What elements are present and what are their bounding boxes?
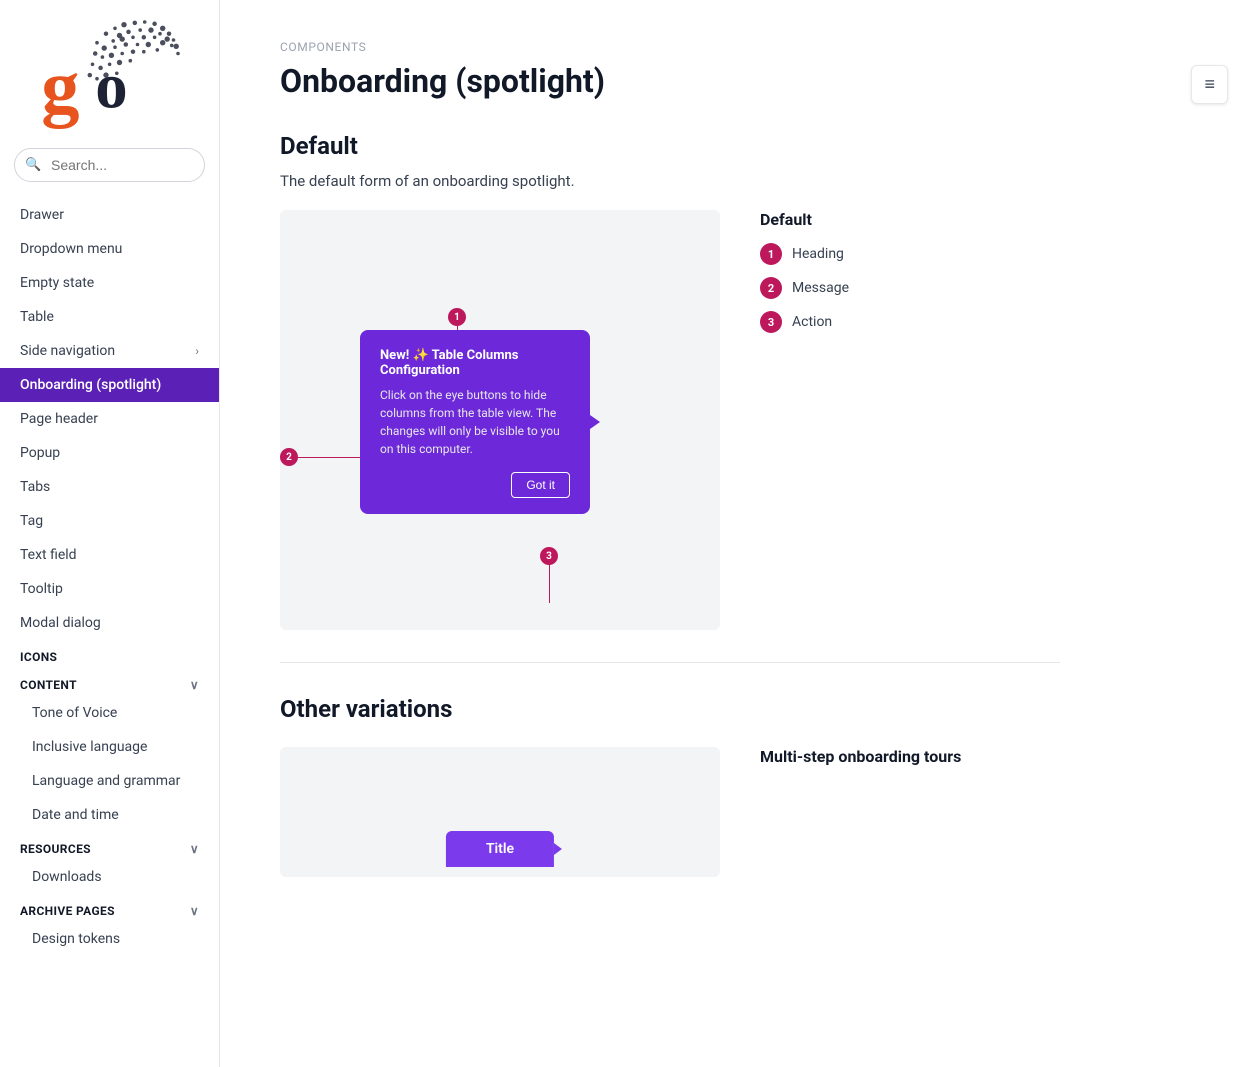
search-input[interactable] bbox=[14, 148, 205, 182]
legend-dot-3: 3 bbox=[760, 311, 782, 333]
chevron-down-icon-archive: ∨ bbox=[190, 904, 199, 918]
sidebar-item-empty-state[interactable]: Empty state bbox=[0, 266, 219, 300]
sidebar-item-dropdown-menu[interactable]: Dropdown menu bbox=[0, 232, 219, 266]
sidebar-item-side-navigation[interactable]: Side navigation › bbox=[0, 334, 219, 368]
legend-title: Default bbox=[760, 210, 1060, 229]
variation-title-card: Title bbox=[446, 831, 554, 867]
other-variations-heading: Other variations bbox=[280, 695, 1060, 723]
legend-label-1: Heading bbox=[792, 246, 844, 262]
sidebar-item-tag[interactable]: Tag bbox=[0, 504, 219, 538]
spotlight-popup: New! ✨ Table Columns Configuration Click… bbox=[360, 330, 590, 514]
default-section-heading: Default bbox=[280, 132, 1060, 160]
chevron-down-icon-content: ∨ bbox=[190, 678, 199, 692]
sidebar: g o 🔍 Drawer Dropdown menu Empty state T… bbox=[0, 0, 220, 1067]
section-header-archive-pages[interactable]: ARCHIVE PAGES ∨ bbox=[0, 894, 219, 922]
sidebar-item-tooltip[interactable]: Tooltip bbox=[0, 572, 219, 606]
sidebar-item-tabs[interactable]: Tabs bbox=[0, 470, 219, 504]
sidebar-item-inclusive-language[interactable]: Inclusive language bbox=[0, 730, 219, 764]
svg-text:g: g bbox=[41, 44, 79, 129]
sidebar-item-downloads[interactable]: Downloads bbox=[0, 860, 219, 894]
sidebar-item-text-field[interactable]: Text field bbox=[0, 538, 219, 572]
chevron-down-icon-resources: ∨ bbox=[190, 842, 199, 856]
sidebar-item-page-header[interactable]: Page header bbox=[0, 402, 219, 436]
variation-label: Multi-step onboarding tours bbox=[760, 747, 961, 766]
diagram-container: 1 2 3 New! ✨ Table Columns Configuration… bbox=[280, 210, 1060, 630]
variation-box: Title bbox=[280, 747, 720, 877]
section-divider bbox=[280, 662, 1060, 663]
legend-item-2: 2 Message bbox=[760, 277, 1060, 299]
diagram-box: 1 2 3 New! ✨ Table Columns Configuration… bbox=[280, 210, 720, 630]
spotlight-body: Click on the eye buttons to hide columns… bbox=[380, 386, 570, 458]
main-content: ≡ COMPONENTS Onboarding (spotlight) Defa… bbox=[220, 0, 1258, 1067]
sidebar-item-modal-dialog[interactable]: Modal dialog bbox=[0, 606, 219, 640]
chevron-right-icon: › bbox=[195, 344, 199, 358]
section-header-icons: ICONS bbox=[0, 640, 219, 668]
sidebar-item-drawer[interactable]: Drawer bbox=[0, 198, 219, 232]
sidebar-item-popup[interactable]: Popup bbox=[0, 436, 219, 470]
default-section-description: The default form of an onboarding spotli… bbox=[280, 172, 1060, 190]
sidebar-item-date-and-time[interactable]: Date and time bbox=[0, 798, 219, 832]
sidebar-item-design-tokens[interactable]: Design tokens bbox=[0, 922, 219, 956]
legend-dot-1: 1 bbox=[760, 243, 782, 265]
sidebar-item-language-and-grammar[interactable]: Language and grammar bbox=[0, 764, 219, 798]
search-icon: 🔍 bbox=[25, 158, 41, 173]
legend-item-3: 3 Action bbox=[760, 311, 1060, 333]
search-container: 🔍 bbox=[14, 148, 205, 182]
variations-container: Title Multi-step onboarding tours bbox=[280, 747, 1060, 877]
sidebar-item-table[interactable]: Table bbox=[0, 300, 219, 334]
svg-text:o: o bbox=[95, 51, 127, 123]
sidebar-item-onboarding-spotlight[interactable]: Onboarding (spotlight) bbox=[0, 368, 219, 402]
sidebar-item-tone-of-voice[interactable]: Tone of Voice bbox=[0, 696, 219, 730]
legend-item-1: 1 Heading bbox=[760, 243, 1060, 265]
annotation-dot-3: 3 bbox=[540, 547, 558, 565]
legend: Default 1 Heading 2 Message 3 Action bbox=[760, 210, 1060, 345]
page-title: Onboarding (spotlight) bbox=[280, 62, 1060, 100]
annotation-dot-2: 2 bbox=[280, 448, 298, 466]
legend-label-2: Message bbox=[792, 280, 849, 296]
breadcrumb: COMPONENTS bbox=[280, 40, 1060, 54]
annotation-dot-1: 1 bbox=[448, 308, 466, 326]
legend-label-3: Action bbox=[792, 314, 832, 330]
logo: g o bbox=[0, 0, 219, 148]
toc-button[interactable]: ≡ bbox=[1191, 65, 1228, 104]
section-header-resources[interactable]: RESOURCES ∨ bbox=[0, 832, 219, 860]
toc-icon: ≡ bbox=[1204, 74, 1215, 95]
spotlight-title: New! ✨ Table Columns Configuration bbox=[380, 348, 570, 378]
section-header-content[interactable]: CONTENT ∨ bbox=[0, 668, 219, 696]
nav-list: Drawer Dropdown menu Empty state Table S… bbox=[0, 198, 219, 956]
spotlight-got-it-button[interactable]: Got it bbox=[511, 472, 570, 498]
legend-dot-2: 2 bbox=[760, 277, 782, 299]
